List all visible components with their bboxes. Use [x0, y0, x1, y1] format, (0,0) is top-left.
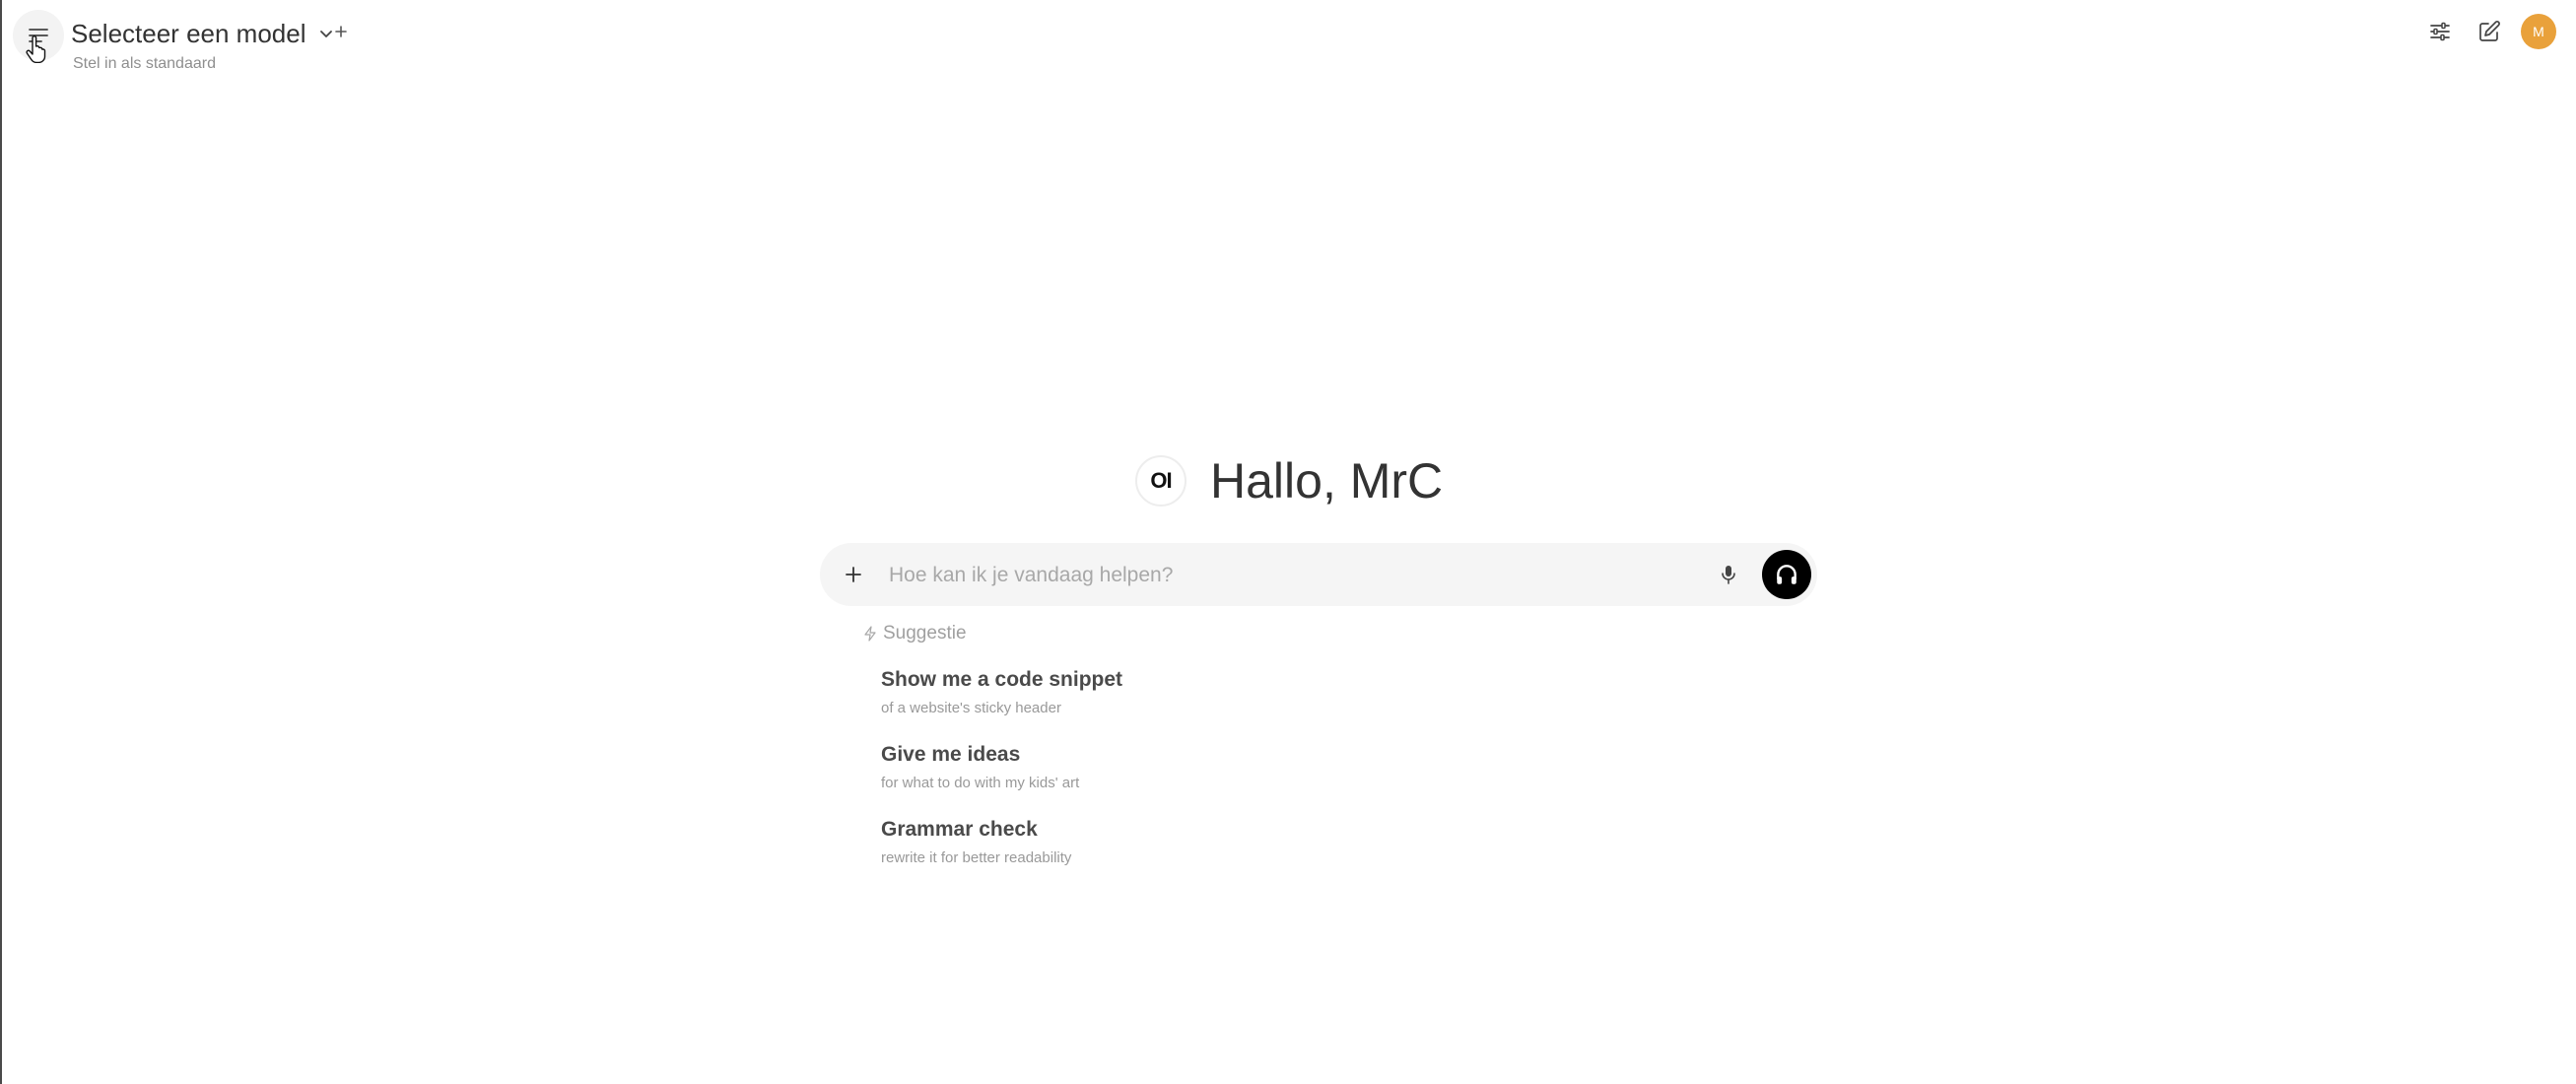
suggestion-subtitle: of a website's sticky header [881, 700, 1061, 716]
suggestion-subtitle: for what to do with my kids' art [881, 775, 1080, 791]
controls-button[interactable] [2422, 14, 2458, 49]
bolt-icon [863, 626, 877, 642]
suggestion-title: Give me ideas [881, 743, 1021, 766]
suggestion-list: Show me a code snippet of a website's st… [881, 666, 1374, 891]
greeting-text: Hallo, MrC [1210, 453, 1444, 508]
suggestion-title: Show me a code snippet [881, 668, 1123, 691]
edit-icon [2479, 21, 2500, 41]
greeting: OI Hallo, MrC [1135, 451, 1443, 510]
chat-input[interactable] [887, 555, 1679, 596]
header-actions: M [2422, 14, 2556, 49]
suggestion-title: Grammar check [881, 818, 1038, 841]
plus-icon [846, 567, 861, 582]
window-left-border [0, 0, 2, 1084]
add-model-button[interactable] [329, 20, 353, 43]
app-logo: OI [1135, 455, 1186, 507]
model-selector-label: Selecteer een model [71, 18, 306, 48]
plus-icon [335, 26, 347, 37]
hand-pointer-cursor-icon [26, 35, 46, 63]
suggestion-item[interactable]: Grammar check rewrite it for better read… [881, 816, 1374, 891]
suggestion-header-label: Suggestie [883, 623, 967, 644]
suggestion-subtitle: rewrite it for better readability [881, 849, 1072, 866]
microphone-icon [1722, 566, 1735, 584]
new-chat-button[interactable] [2472, 14, 2507, 49]
attach-button[interactable] [838, 559, 869, 590]
suggestion-header: Suggestie [863, 623, 967, 644]
suggestion-item[interactable]: Give me ideas for what to do with my kid… [881, 741, 1374, 816]
sliders-icon [2430, 22, 2450, 41]
voice-input-button[interactable] [1713, 559, 1744, 590]
suggestion-item[interactable]: Show me a code snippet of a website's st… [881, 666, 1374, 741]
model-selector-button[interactable]: Selecteer een model [71, 14, 335, 53]
voice-mode-button[interactable] [1762, 550, 1811, 599]
user-avatar[interactable]: M [2521, 14, 2556, 49]
set-default-link[interactable]: Stel in als standaard [73, 55, 216, 73]
headphones-icon [1777, 565, 1796, 584]
chat-input-bar [820, 543, 1817, 606]
